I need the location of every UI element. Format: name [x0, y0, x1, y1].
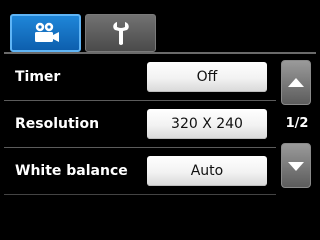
arrow-down-icon	[288, 161, 304, 171]
video-camera-icon	[34, 22, 59, 42]
tab-settings[interactable]	[85, 14, 156, 52]
setting-row-resolution: Resolution 320 X 240	[4, 101, 276, 147]
arrow-up-icon	[288, 77, 304, 87]
setting-row-timer: Timer Off	[4, 54, 276, 100]
white-balance-value-button[interactable]: Auto	[147, 156, 267, 186]
bottom-empty-area	[0, 196, 320, 240]
camera-settings-screen: Timer Off Resolution 320 X 240 White bal…	[0, 0, 320, 240]
wrench-icon	[112, 22, 129, 45]
setting-label: Timer	[15, 69, 61, 85]
setting-label: White balance	[15, 163, 128, 179]
timer-value-button[interactable]: Off	[147, 62, 267, 92]
tab-camera[interactable]	[10, 14, 81, 52]
setting-label: Resolution	[15, 116, 100, 132]
resolution-value-button[interactable]: 320 X 240	[147, 109, 267, 139]
page-down-button[interactable]	[281, 143, 311, 188]
page-up-button[interactable]	[281, 60, 311, 105]
settings-list: Timer Off Resolution 320 X 240 White bal…	[4, 54, 276, 195]
page-indicator: 1/2	[285, 116, 309, 131]
setting-row-white-balance: White balance Auto	[4, 148, 276, 194]
